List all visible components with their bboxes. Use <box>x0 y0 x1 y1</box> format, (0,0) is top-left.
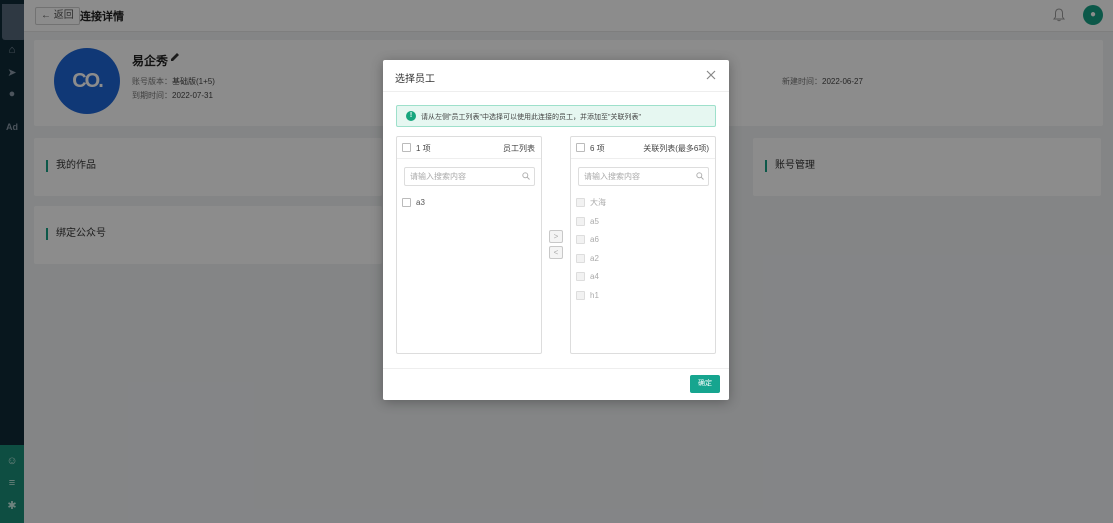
list-item: a2 <box>576 253 710 272</box>
info-icon: ! <box>406 111 416 121</box>
item-checkbox <box>576 198 585 208</box>
select-all-employees-checkbox[interactable] <box>402 143 411 152</box>
modal-header: 选择员工 <box>383 60 729 92</box>
item-label: a5 <box>590 216 599 226</box>
employee-list-count: 1 项 <box>416 144 431 153</box>
select-all-linked-checkbox[interactable] <box>576 143 585 152</box>
list-item[interactable]: a3 <box>402 197 536 216</box>
employee-list-title: 员工列表 <box>503 144 535 153</box>
item-label: a4 <box>590 272 599 281</box>
confirm-button[interactable]: 确定 <box>690 375 720 393</box>
item-label: a6 <box>590 235 599 244</box>
list-item: 大海 <box>576 197 710 216</box>
linked-list-count: 6 项 <box>590 144 605 153</box>
modal-title: 选择员工 <box>395 74 435 85</box>
linked-list: 大海 a5 a6 a2 a4 h1 <box>576 197 710 308</box>
alert-text: 请从左侧"员工列表"中选择可以使用此连接的员工，并添加至"关联列表" <box>421 114 641 121</box>
employee-search-input[interactable] <box>404 167 535 186</box>
linked-list-panel: 6 项 关联列表(最多6项) 大海 a5 a6 a2 a4 h1 <box>570 136 716 354</box>
select-employee-modal: 选择员工 ! 请从左侧"员工列表"中选择可以使用此连接的员工，并添加至"关联列表… <box>383 60 729 400</box>
linked-list-title: 关联列表(最多6项) <box>643 144 709 153</box>
list-item: a4 <box>576 271 710 290</box>
item-checkbox <box>576 216 585 226</box>
item-label: 大海 <box>590 198 606 207</box>
item-label: h1 <box>590 290 599 300</box>
modal-footer: 确定 <box>383 368 729 400</box>
employee-list-header: 1 项 员工列表 <box>397 137 541 159</box>
search-icon <box>522 172 530 180</box>
move-right-button[interactable]: > <box>549 230 563 243</box>
item-checkbox <box>576 272 585 282</box>
list-item: h1 <box>576 290 710 309</box>
item-checkbox <box>576 235 585 245</box>
close-icon[interactable] <box>705 69 717 81</box>
employee-list: a3 <box>402 197 536 216</box>
employee-list-panel: 1 项 员工列表 a3 <box>396 136 542 354</box>
search-icon <box>696 172 704 180</box>
move-left-button[interactable]: < <box>549 246 563 259</box>
item-checkbox[interactable] <box>402 198 411 208</box>
linked-list-header: 6 项 关联列表(最多6项) <box>571 137 715 159</box>
info-alert: ! 请从左侧"员工列表"中选择可以使用此连接的员工，并添加至"关联列表" <box>396 105 716 127</box>
item-label: a2 <box>590 253 599 263</box>
item-checkbox <box>576 253 585 263</box>
item-checkbox <box>576 290 585 300</box>
linked-search-input[interactable] <box>578 167 709 186</box>
list-item: a6 <box>576 234 710 253</box>
item-label: a3 <box>416 198 425 207</box>
list-item: a5 <box>576 216 710 235</box>
